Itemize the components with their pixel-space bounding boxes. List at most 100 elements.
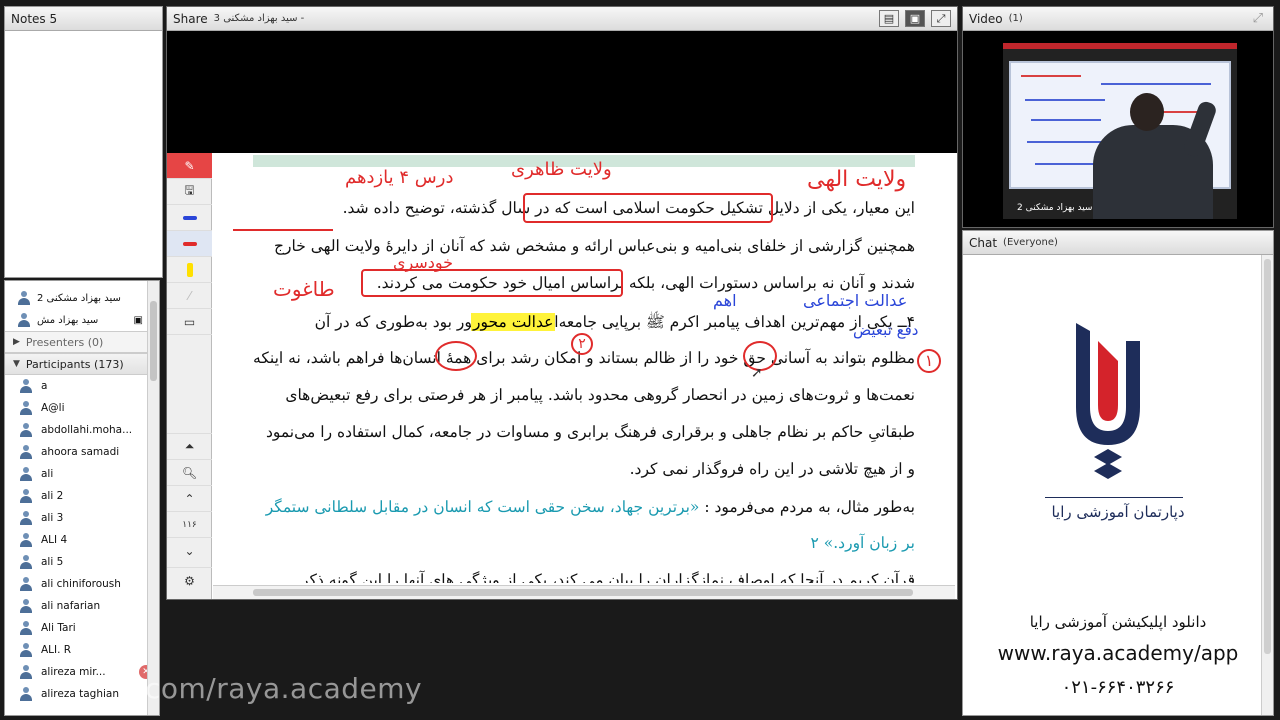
doc-line-8: و از هیچ تلاشی در این راه فروگذار نمی کر… bbox=[629, 460, 915, 478]
user-icon bbox=[17, 291, 31, 305]
participant-row[interactable]: alireza mir... ✕ bbox=[5, 661, 159, 683]
participant-name: ali 2 bbox=[41, 490, 64, 502]
ink-note-aham: اهم bbox=[713, 291, 737, 310]
participant-row[interactable]: A@li bbox=[5, 397, 159, 419]
participant-row[interactable]: ali chiniforoush bbox=[5, 573, 159, 595]
video-header: Video (1) ⤢ bbox=[963, 7, 1273, 31]
page-up-icon[interactable]: ⌃ bbox=[167, 485, 212, 511]
layout-icon[interactable]: ▤ bbox=[879, 10, 899, 27]
video-title: Video bbox=[969, 11, 1003, 26]
ink-note-edalat: عدالت اجتماعی bbox=[803, 291, 908, 310]
watermark-text: com/raya.academy bbox=[145, 672, 423, 705]
user-icon bbox=[19, 555, 33, 569]
app-url: www.raya.academy/app bbox=[997, 641, 1239, 665]
participant-row[interactable]: ali 3 bbox=[5, 507, 159, 529]
chat-scrollbar[interactable] bbox=[1261, 255, 1273, 715]
annotation-circle bbox=[435, 341, 477, 371]
expand-icon[interactable]: ⤢ bbox=[931, 10, 951, 27]
logo-divider bbox=[1045, 497, 1183, 498]
participants-section[interactable]: ▼ Participants (173) bbox=[5, 353, 159, 375]
participant-name: ali chiniforoush bbox=[41, 578, 121, 590]
scroll-thumb[interactable] bbox=[253, 589, 913, 596]
board-mark bbox=[1025, 99, 1105, 101]
host-name: سید بهزاد مش bbox=[37, 314, 99, 326]
participant-name: ALI. R bbox=[41, 644, 72, 656]
presenters-label: Presenters (0) bbox=[25, 335, 104, 349]
expand-arrow-icon: ▶ bbox=[13, 337, 20, 347]
participant-row[interactable]: Ali Tari bbox=[5, 617, 159, 639]
scroll-up-icon[interactable]: ⏶ bbox=[167, 433, 212, 459]
ink-note-velayat: ولایت الهی bbox=[807, 167, 907, 192]
attendees-scrollbar[interactable] bbox=[147, 281, 159, 715]
participant-row[interactable]: ali bbox=[5, 463, 159, 485]
highlight-mark: عدالت محور bbox=[471, 313, 556, 331]
participant-row[interactable]: abdollahi.moha... bbox=[5, 419, 159, 441]
annotation-box bbox=[361, 269, 623, 297]
ink-note-dars: درس ۴ یازدهم bbox=[345, 167, 454, 188]
participant-name: a bbox=[41, 380, 48, 392]
user-icon bbox=[19, 445, 33, 459]
share-header: Share سید بهزاد مشکنی 3 - ▤ ▣ ⤢ bbox=[167, 7, 957, 31]
user-icon bbox=[17, 313, 31, 327]
share-pod: Share سید بهزاد مشکنی 3 - ▤ ▣ ⤢ ✎ 🖫 ⁄ ▭ … bbox=[166, 6, 958, 600]
board-mark bbox=[1101, 83, 1211, 85]
participant-row[interactable]: ALI 4 bbox=[5, 529, 159, 551]
notes-pod: Notes 5 bbox=[4, 6, 163, 278]
ink-note-zaheri: ولایت ظاهری bbox=[511, 159, 612, 180]
participant-name: alireza taghian bbox=[41, 688, 119, 700]
participant-row[interactable]: ALI. R bbox=[5, 639, 159, 661]
user-icon bbox=[19, 599, 33, 613]
participant-row[interactable]: a bbox=[5, 375, 159, 397]
save-icon[interactable]: 🖫 bbox=[167, 179, 212, 205]
settings-gear-icon[interactable]: ⚙ bbox=[167, 567, 212, 593]
quote-line: به‌طور مثال، به مردم می‌فرمود : «برترین … bbox=[253, 498, 915, 516]
participant-name: abdollahi.moha... bbox=[41, 424, 133, 436]
rectangle-icon[interactable]: ▭ bbox=[167, 309, 212, 335]
participant-row[interactable]: ali 5 bbox=[5, 551, 159, 573]
ink-note-taghut: طاغوت bbox=[273, 277, 335, 301]
doc-line-6: نعمت‌ها و ثروت‌های زمین در انحصار گروهی … bbox=[285, 386, 915, 404]
highlighter-icon[interactable] bbox=[167, 257, 212, 283]
fullscreen-icon[interactable]: ⤢ bbox=[1253, 11, 1263, 26]
participant-name: ALI 4 bbox=[41, 534, 68, 546]
eraser-icon[interactable]: ⁄ bbox=[167, 283, 212, 309]
host-row[interactable]: سید بهزاد مش ▣ bbox=[5, 309, 159, 331]
participant-name: ali nafarian bbox=[41, 600, 101, 612]
scroll-thumb[interactable] bbox=[1264, 259, 1271, 654]
quote-line-2: بر زبان آورد.» ۲ bbox=[810, 534, 915, 552]
page-number: ۱۱۶ bbox=[167, 511, 212, 537]
red-pen-icon[interactable] bbox=[167, 231, 212, 257]
user-icon bbox=[19, 533, 33, 547]
quote-intro: به‌طور مثال، به مردم می‌فرمود : bbox=[704, 498, 915, 516]
notes-header: Notes 5 bbox=[5, 7, 162, 31]
user-icon bbox=[19, 621, 33, 635]
participant-row[interactable]: ali nafarian bbox=[5, 595, 159, 617]
quote-text: «برترین جهاد، سخن حقی است که انسان در مق… bbox=[265, 498, 700, 516]
participant-row[interactable]: alireza taghian bbox=[5, 683, 159, 705]
chat-header: Chat (Everyone) bbox=[963, 231, 1273, 255]
download-text: دانلود اپلیکیشن آموزشی رایا bbox=[1029, 613, 1207, 631]
zoom-icon[interactable]: 🔍︎ bbox=[167, 459, 212, 485]
participants-label: Participants (173) bbox=[25, 357, 124, 371]
user-icon bbox=[19, 467, 33, 481]
notes-body[interactable] bbox=[5, 37, 162, 277]
participant-name: ahoora samadi bbox=[41, 446, 120, 458]
video-count: (1) bbox=[1008, 13, 1023, 24]
participant-name: Ali Tari bbox=[41, 622, 76, 634]
fullscreen-window-icon[interactable]: ▣ bbox=[905, 10, 925, 27]
logo-org-name: دپارتمان آموزشی رایا bbox=[1051, 503, 1185, 521]
teacher-head bbox=[1130, 93, 1164, 131]
pen-tool-icon[interactable]: ✎ bbox=[167, 153, 212, 179]
scroll-thumb[interactable] bbox=[150, 301, 157, 381]
video-frame[interactable]: سید بهزاد مشکنی 2 bbox=[1003, 43, 1237, 219]
blue-pen-icon[interactable] bbox=[167, 205, 212, 231]
page-down-icon[interactable]: ⌄ bbox=[167, 537, 212, 563]
participant-row[interactable]: ahoora samadi bbox=[5, 441, 159, 463]
notes-title: Notes 5 bbox=[11, 11, 58, 26]
presenters-section[interactable]: ▶ Presenters (0) bbox=[5, 331, 159, 353]
participant-list: a A@li abdollahi.moha... ahoora samadi ali al… bbox=[5, 375, 159, 705]
participant-row[interactable]: ali 2 bbox=[5, 485, 159, 507]
participant-name: alireza mir... bbox=[41, 666, 106, 678]
host-row[interactable]: سید بهزاد مشکنی 2 bbox=[5, 287, 159, 309]
document-h-scrollbar[interactable] bbox=[213, 585, 955, 599]
